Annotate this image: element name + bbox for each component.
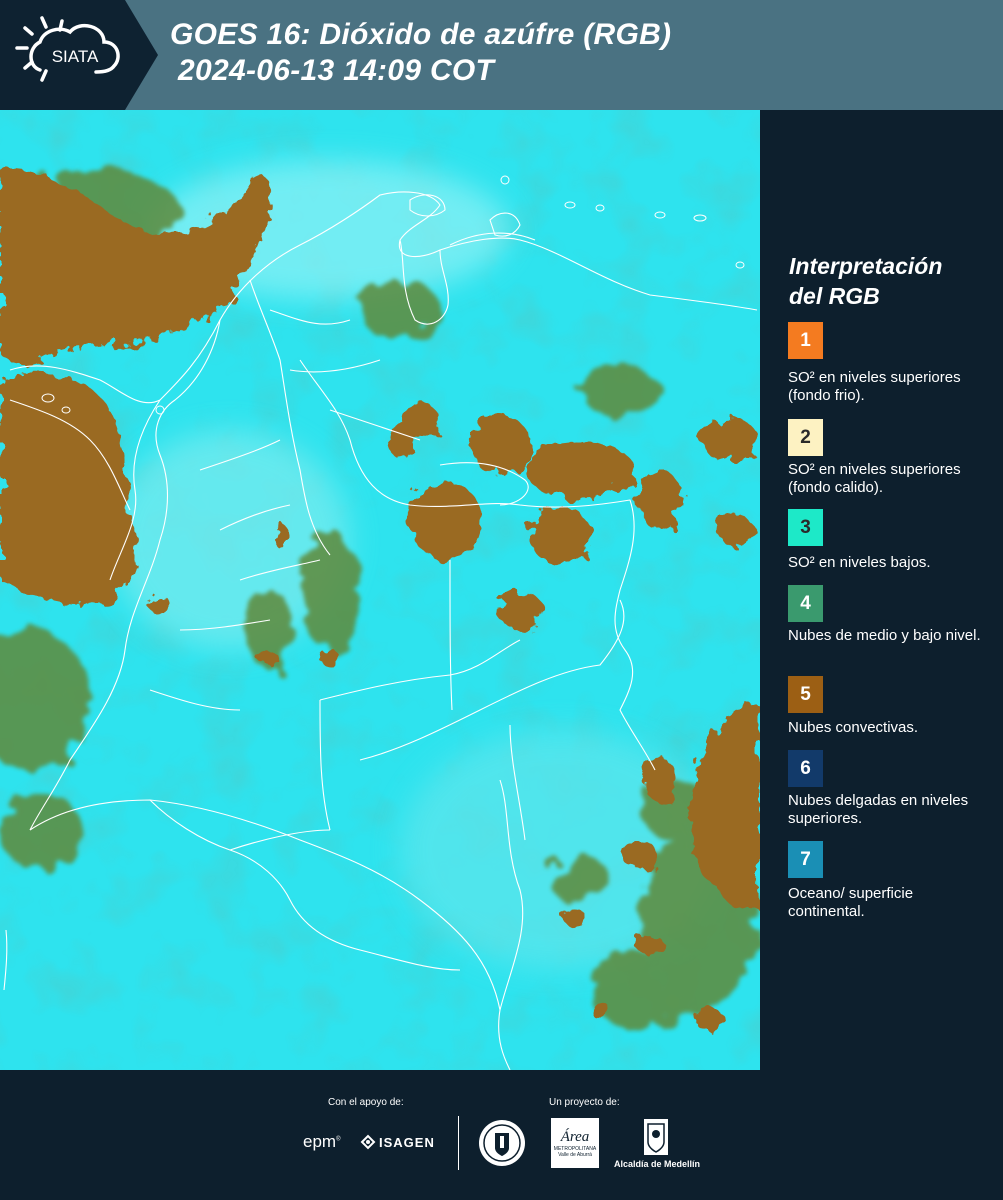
legend-swatch-3: 3 <box>788 509 823 546</box>
medellin-seal-icon <box>479 1120 525 1166</box>
map-title: GOES 16: Dióxido de azúfre (RGB) <box>170 18 672 51</box>
legend-label-1: SO² en niveles superiores (fondo frio). <box>788 369 961 404</box>
legend-label-7: Oceano/ superficie continental. <box>788 885 914 920</box>
svg-text:SIATA: SIATA <box>52 47 99 66</box>
legend-label-5: Nubes convectivas. <box>788 719 919 736</box>
alcaldia-label: Alcaldía de Medellín <box>614 1159 701 1169</box>
isagen-logo: ISAGEN <box>360 1134 435 1150</box>
legend-swatch-7: 7 <box>788 841 823 878</box>
legend-swatch-4: 4 <box>788 585 823 622</box>
header-bar: SIATA GOES 16: Dióxido de azúfre (RGB) 2… <box>0 0 1003 110</box>
legend-swatch-1: 1 <box>788 322 823 359</box>
legend-label-6: Nubes delgadas en niveles superiores. <box>788 792 969 827</box>
project-label: Un proyecto de: <box>549 1097 620 1108</box>
legend-swatch-6: 6 <box>788 750 823 787</box>
isagen-icon <box>360 1134 376 1150</box>
epm-logo: epm® <box>303 1132 341 1151</box>
legend-swatch-5: 5 <box>788 676 823 713</box>
legend-heading: Interpretación <box>789 253 943 279</box>
satellite-map <box>0 110 760 1070</box>
area-metropolitana-logo: Área METROPOLITANA Valle de Aburrá <box>551 1118 599 1168</box>
footer-divider <box>458 1116 459 1170</box>
footer: Con el apoyo de: Un proyecto de: epm® IS… <box>0 1070 1003 1200</box>
legend-label-3: SO² en niveles bajos. <box>788 554 931 571</box>
legend-panel: Interpretación del RGB 1 SO² en niveles … <box>760 110 1003 1070</box>
legend-swatch-2: 2 <box>788 419 823 456</box>
legend-label-4: Nubes de medio y bajo nivel. <box>788 627 981 644</box>
alcaldia-shield-icon <box>644 1119 668 1155</box>
map-timestamp: 2024-06-13 14:09 COT <box>178 54 495 87</box>
legend-heading-line2: del RGB <box>789 283 880 309</box>
siata-logo: SIATA <box>0 0 158 110</box>
support-label: Con el apoyo de: <box>328 1097 404 1108</box>
legend-label-2: SO² en niveles superiores (fondo calido)… <box>788 461 961 496</box>
